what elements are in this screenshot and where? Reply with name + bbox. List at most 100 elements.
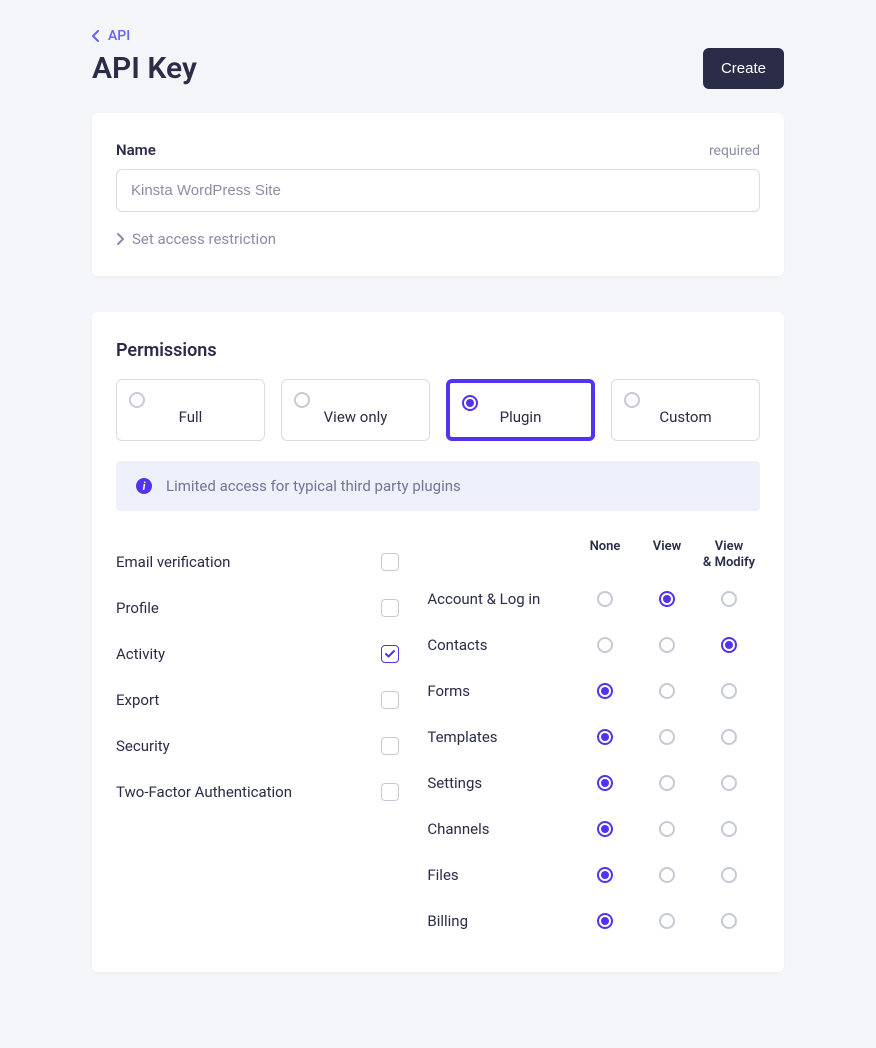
radio[interactable] bbox=[659, 821, 675, 837]
mode-label: Custom bbox=[659, 408, 711, 426]
name-input[interactable] bbox=[116, 169, 760, 212]
perm-radio-label: Files bbox=[427, 866, 574, 884]
radio[interactable] bbox=[597, 683, 613, 699]
radio[interactable] bbox=[659, 729, 675, 745]
perm-radio-cell bbox=[636, 683, 698, 699]
perm-radio-cell bbox=[636, 821, 698, 837]
radio[interactable] bbox=[721, 775, 737, 791]
perm-radio-cell bbox=[698, 729, 760, 745]
perm-radio-label: Templates bbox=[427, 728, 574, 746]
perm-check-label: Security bbox=[116, 737, 170, 755]
permissions-card: Permissions Full View only Plugin Custom i … bbox=[92, 312, 784, 972]
perm-radio-label: Channels bbox=[427, 820, 574, 838]
radio[interactable] bbox=[721, 591, 737, 607]
perm-radio-cell bbox=[574, 637, 636, 653]
breadcrumb-parent: API bbox=[108, 28, 130, 44]
info-banner-text: Limited access for typical third party p… bbox=[166, 477, 461, 495]
perm-radio-label: Billing bbox=[427, 912, 574, 930]
perm-radio-cell bbox=[636, 867, 698, 883]
perm-check-label: Profile bbox=[116, 599, 159, 617]
mode-card-full[interactable]: Full bbox=[116, 379, 265, 441]
perm-radio-row: Files bbox=[427, 852, 760, 898]
perm-radio-cell bbox=[636, 637, 698, 653]
perm-radio-label: Account & Log in bbox=[427, 590, 574, 608]
perm-radio-row: Channels bbox=[427, 806, 760, 852]
mode-radio[interactable] bbox=[624, 392, 640, 408]
perm-radio-cell bbox=[698, 683, 760, 699]
breadcrumb[interactable]: API bbox=[92, 28, 784, 44]
perm-check-row: Email verification bbox=[116, 539, 399, 585]
perm-radio-cell bbox=[574, 913, 636, 929]
perm-radio-label: Settings bbox=[427, 774, 574, 792]
info-icon: i bbox=[136, 478, 152, 494]
radio[interactable] bbox=[721, 913, 737, 929]
perm-check-label: Email verification bbox=[116, 553, 230, 571]
mode-card-view-only[interactable]: View only bbox=[281, 379, 430, 441]
mode-label: Plugin bbox=[500, 408, 542, 426]
radio-column-header: None bbox=[574, 539, 636, 570]
checkbox[interactable] bbox=[381, 691, 399, 709]
permissions-heading: Permissions bbox=[116, 340, 760, 361]
access-restriction-label: Set access restriction bbox=[132, 230, 276, 248]
checkbox[interactable] bbox=[381, 645, 399, 663]
name-card: Name required Set access restriction bbox=[92, 113, 784, 276]
radio[interactable] bbox=[597, 637, 613, 653]
radio[interactable] bbox=[659, 591, 675, 607]
chevron-left-icon bbox=[92, 30, 100, 42]
radio-column-header: View& Modify bbox=[698, 539, 760, 570]
radio[interactable] bbox=[721, 821, 737, 837]
checkbox[interactable] bbox=[381, 553, 399, 571]
mode-radio[interactable] bbox=[294, 392, 310, 408]
perm-radio-row: Account & Log in bbox=[427, 576, 760, 622]
radio[interactable] bbox=[659, 683, 675, 699]
perm-check-label: Activity bbox=[116, 645, 165, 663]
radio[interactable] bbox=[597, 729, 613, 745]
checkbox[interactable] bbox=[381, 737, 399, 755]
checkbox[interactable] bbox=[381, 599, 399, 617]
radio[interactable] bbox=[659, 637, 675, 653]
mode-card-custom[interactable]: Custom bbox=[611, 379, 760, 441]
perm-radio-cell bbox=[574, 775, 636, 791]
mode-radio[interactable] bbox=[462, 395, 478, 411]
radio[interactable] bbox=[659, 775, 675, 791]
radio[interactable] bbox=[659, 913, 675, 929]
radio[interactable] bbox=[597, 821, 613, 837]
radio[interactable] bbox=[597, 867, 613, 883]
perm-radio-row: Templates bbox=[427, 714, 760, 760]
perm-radio-cell bbox=[574, 683, 636, 699]
required-text: required bbox=[709, 143, 760, 159]
perm-radio-row: Settings bbox=[427, 760, 760, 806]
mode-label: Full bbox=[179, 408, 203, 426]
radio[interactable] bbox=[721, 729, 737, 745]
perm-radio-cell bbox=[636, 775, 698, 791]
perm-radio-cell bbox=[698, 775, 760, 791]
perm-radio-label: Forms bbox=[427, 682, 574, 700]
radio[interactable] bbox=[659, 867, 675, 883]
perm-radio-cell bbox=[636, 591, 698, 607]
perm-radio-row: Contacts bbox=[427, 622, 760, 668]
perm-radio-row: Forms bbox=[427, 668, 760, 714]
perm-radio-cell bbox=[574, 821, 636, 837]
radio[interactable] bbox=[597, 913, 613, 929]
radio[interactable] bbox=[721, 683, 737, 699]
radio[interactable] bbox=[597, 775, 613, 791]
perm-radio-cell bbox=[698, 867, 760, 883]
mode-label: View only bbox=[324, 408, 388, 426]
chevron-right-icon bbox=[116, 233, 124, 245]
perm-check-row: Activity bbox=[116, 631, 399, 677]
perm-radio-row: Billing bbox=[427, 898, 760, 944]
checkbox[interactable] bbox=[381, 783, 399, 801]
access-restriction-expander[interactable]: Set access restriction bbox=[116, 230, 760, 248]
perm-radio-cell bbox=[574, 867, 636, 883]
create-button[interactable]: Create bbox=[703, 48, 784, 89]
radio[interactable] bbox=[721, 867, 737, 883]
radio[interactable] bbox=[597, 591, 613, 607]
page-title: API Key bbox=[92, 51, 197, 86]
radio[interactable] bbox=[721, 637, 737, 653]
perm-radio-cell bbox=[698, 591, 760, 607]
mode-card-plugin[interactable]: Plugin bbox=[446, 379, 595, 441]
perm-radio-cell bbox=[698, 913, 760, 929]
info-banner: i Limited access for typical third party… bbox=[116, 461, 760, 511]
perm-check-row: Export bbox=[116, 677, 399, 723]
mode-radio[interactable] bbox=[129, 392, 145, 408]
